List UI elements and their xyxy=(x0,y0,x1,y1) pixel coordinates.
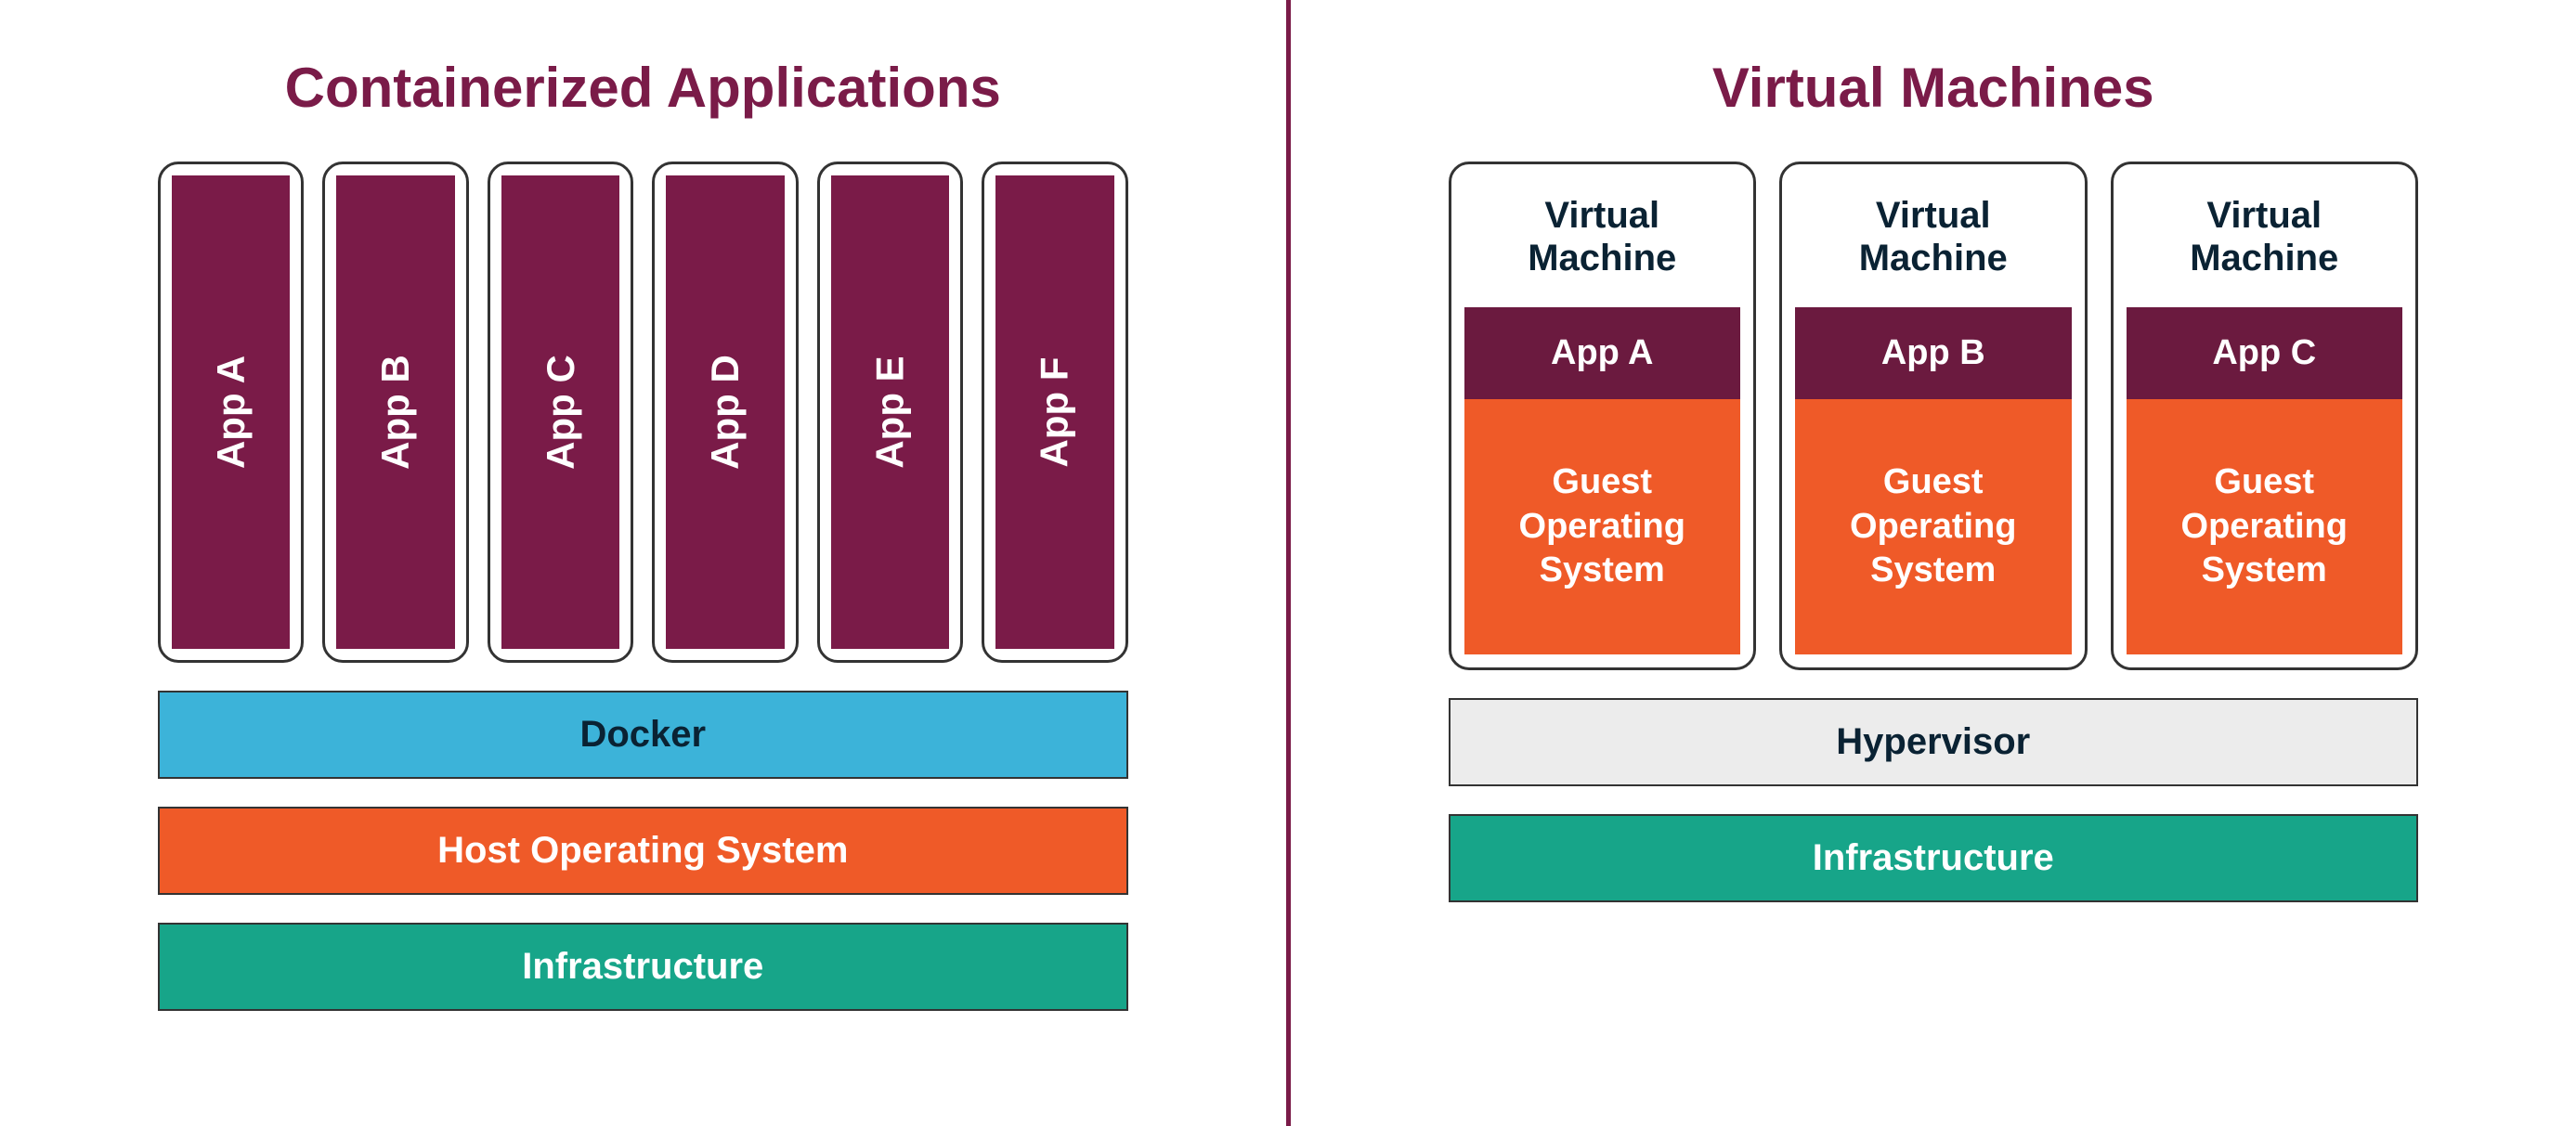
vm-guest-os-layer: GuestOperatingSystem xyxy=(1795,399,2072,654)
docker-layer: Docker xyxy=(158,691,1128,779)
container-app-label: App A xyxy=(209,356,254,469)
vms-stack: VirtualMachine App A GuestOperatingSyste… xyxy=(1449,162,2419,902)
host-os-layer: Host Operating System xyxy=(158,807,1128,895)
container-app-inner: App C xyxy=(501,175,619,649)
container-app-label: App E xyxy=(867,356,912,468)
infrastructure-layer: Infrastructure xyxy=(1449,814,2419,902)
container-app-label: App B xyxy=(373,355,418,470)
vm-guest-os-layer: GuestOperatingSystem xyxy=(2127,399,2403,654)
containers-apps-row: App A App B App C App D App E App F xyxy=(158,162,1128,663)
vm-app-layer: App C xyxy=(2127,307,2403,399)
container-app: App A xyxy=(158,162,304,663)
container-app-inner: App F xyxy=(995,175,1113,649)
container-app-inner: App E xyxy=(831,175,949,649)
container-app-label: App C xyxy=(539,355,583,470)
container-app-inner: App D xyxy=(666,175,784,649)
vms-panel: Virtual Machines VirtualMachine App A Gu… xyxy=(1291,0,2576,1126)
vm-label: VirtualMachine xyxy=(1795,177,2072,307)
container-app-inner: App B xyxy=(336,175,454,649)
container-app: App F xyxy=(982,162,1127,663)
vm-app-layer: App B xyxy=(1795,307,2072,399)
container-app-label: App D xyxy=(703,355,748,470)
vms-row: VirtualMachine App A GuestOperatingSyste… xyxy=(1449,162,2419,670)
container-app-label: App F xyxy=(1033,357,1077,468)
containers-panel: Containerized Applications App A App B A… xyxy=(0,0,1286,1126)
vm-guest-os-layer: GuestOperatingSystem xyxy=(1464,399,1741,654)
containers-title: Containerized Applications xyxy=(285,56,1001,120)
container-app-inner: App A xyxy=(172,175,290,649)
vms-title: Virtual Machines xyxy=(1712,56,2154,120)
vm-app-layer: App A xyxy=(1464,307,1741,399)
vm-box: VirtualMachine App C GuestOperatingSyste… xyxy=(2111,162,2419,670)
infrastructure-layer: Infrastructure xyxy=(158,923,1128,1011)
vm-label: VirtualMachine xyxy=(2127,177,2403,307)
container-app: App B xyxy=(322,162,468,663)
container-app: App C xyxy=(488,162,633,663)
container-app: App E xyxy=(817,162,963,663)
container-app: App D xyxy=(652,162,798,663)
containers-stack: App A App B App C App D App E App F Dock… xyxy=(158,162,1128,1011)
vm-box: VirtualMachine App B GuestOperatingSyste… xyxy=(1779,162,2088,670)
vm-label: VirtualMachine xyxy=(1464,177,1741,307)
hypervisor-layer: Hypervisor xyxy=(1449,698,2419,786)
vm-box: VirtualMachine App A GuestOperatingSyste… xyxy=(1449,162,1757,670)
